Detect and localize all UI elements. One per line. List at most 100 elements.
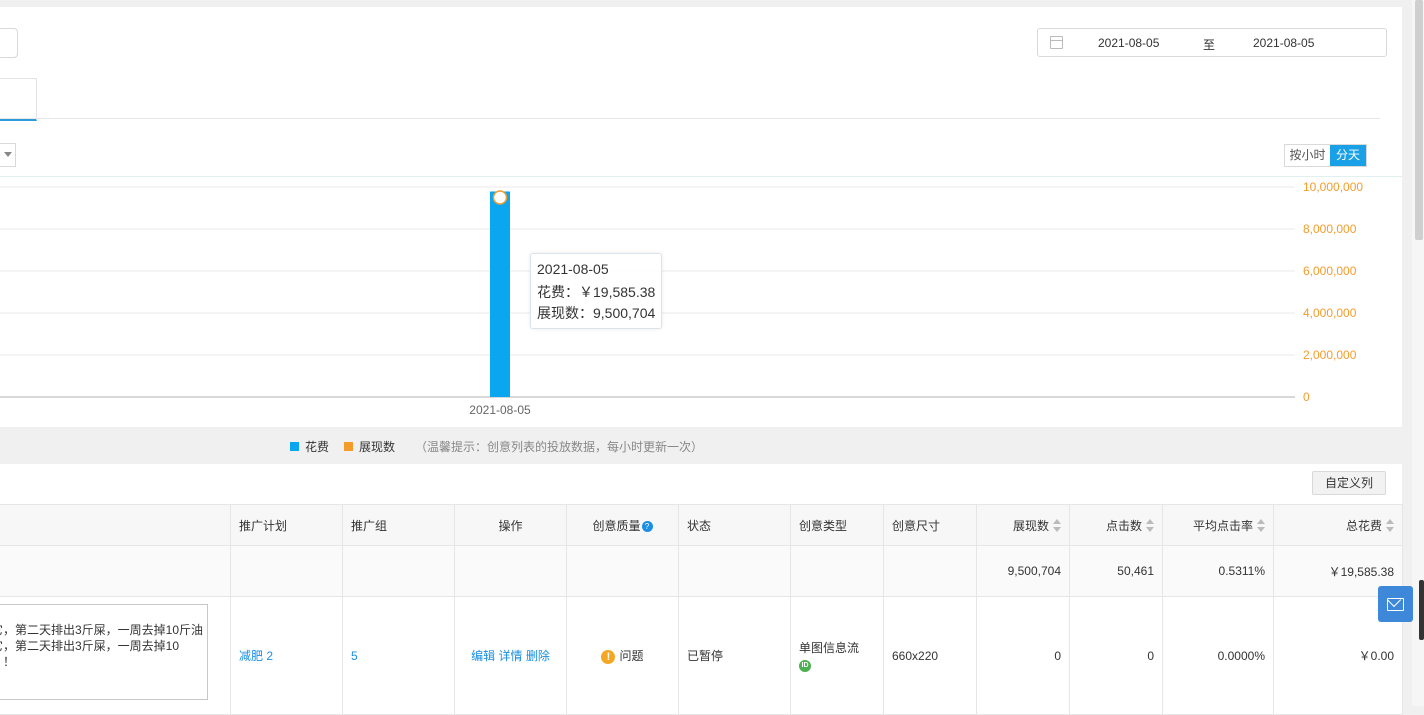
sort-icon[interactable]: [1146, 519, 1154, 533]
status-cell: 已暂停: [678, 596, 791, 715]
right-axis-tick-label: 2,000,000: [1303, 348, 1357, 362]
right-axis-tick-label: 0: [1303, 390, 1310, 404]
header-group: 推广组: [342, 504, 455, 546]
summary-ctr: 0.5311%: [1162, 545, 1274, 597]
creative-line: 它，第二天排出3斤屎，一周去掉10: [0, 639, 180, 653]
header-impressions[interactable]: 展现数: [976, 504, 1070, 546]
summary-clicks: 50,461: [1069, 545, 1163, 597]
header-quality: 创意质量?: [566, 504, 679, 546]
toggle-day-button[interactable]: 分天: [1330, 145, 1366, 166]
plan-cell: 减肥 2: [230, 596, 343, 715]
header-quality-label: 创意质量: [592, 518, 641, 533]
help-icon[interactable]: ?: [641, 520, 653, 532]
header-action: 操作: [454, 504, 567, 546]
warning-icon: !: [601, 649, 616, 664]
table-header-row: 推广计划 推广组 操作 创意质量? 状态 创意类型 创意尺寸 展现数 点击数 平…: [0, 504, 1403, 546]
group-cell: 5: [342, 596, 455, 715]
toggle-hour-button[interactable]: 按小时: [1285, 145, 1330, 166]
summary-cell: [678, 545, 791, 597]
id-badge-icon: ID: [799, 660, 811, 672]
tab-active[interactable]: [0, 78, 37, 121]
right-axis-tick-label: 6,000,000: [1303, 264, 1357, 278]
tooltip-cost: 花费：￥19,585.38: [537, 284, 656, 300]
right-axis-tick-label: 4,000,000: [1303, 306, 1357, 320]
legend-item-impressions[interactable]: 展现数: [344, 438, 395, 455]
sort-icon[interactable]: [1386, 519, 1394, 533]
delete-link[interactable]: 删除: [526, 649, 550, 663]
header-status: 状态: [678, 504, 791, 546]
table-row: 减肥 2 5 编辑 详情 删除 ! 问题 已暂停 单图信息流 ID 660x220…: [0, 596, 1403, 715]
legend-label-impressions: 展现数: [359, 440, 396, 454]
header-ctr[interactable]: 平均点击率: [1162, 504, 1274, 546]
header-cost-label: 总花费: [1345, 518, 1382, 533]
bar-cost: [490, 191, 510, 397]
legend-tip: （温馨提示：创意列表的投放数据，每小时更新一次）: [415, 440, 704, 454]
legend-item-cost[interactable]: 花费: [290, 438, 329, 455]
header-cost[interactable]: 总花费: [1273, 504, 1403, 546]
date-range-picker[interactable]: 2021-08-05 至 2021-08-05: [1037, 28, 1387, 57]
detail-link[interactable]: 详情: [498, 649, 522, 663]
end-date[interactable]: 2021-08-05: [1253, 36, 1314, 50]
tab-divider: [0, 118, 1380, 119]
summary-cell: [566, 545, 679, 597]
header-impressions-label: 展现数: [1012, 518, 1049, 533]
cost-impressions-chart: 10,000,000 8,000,000 6,000,000 4,000,000 2,0…: [0, 180, 1363, 417]
summary-impressions: 9,500,704: [976, 545, 1070, 597]
sort-icon[interactable]: [1053, 519, 1061, 533]
legend-label-cost: 花费: [305, 440, 330, 454]
header-clicks[interactable]: 点击数: [1069, 504, 1163, 546]
point-impressions: [492, 190, 508, 205]
quality-cell: ! 问题: [566, 596, 679, 715]
group-link[interactable]: 5: [351, 649, 358, 663]
type-value: 单图信息流: [799, 641, 860, 655]
plan-link[interactable]: 减肥 2: [239, 649, 273, 663]
date-separator: 至: [1203, 38, 1216, 52]
header-ctr-label: 平均点击率: [1192, 518, 1253, 533]
ctr-cell: 0.0000%: [1162, 596, 1274, 715]
message-button[interactable]: [1378, 586, 1413, 622]
clicks-cell: 0: [1069, 596, 1163, 715]
header-size: 创意尺寸: [883, 504, 977, 546]
summary-row: 9,500,704 50,461 0.5311% ￥19,585.38: [0, 545, 1403, 597]
impressions-cell: 0: [976, 596, 1070, 715]
filter-button[interactable]: [0, 28, 18, 58]
mail-icon: [1387, 598, 1404, 611]
sort-icon[interactable]: [1257, 519, 1265, 533]
table-toolbar: 自定义列: [0, 464, 1402, 504]
chevron-down-icon: [4, 152, 12, 157]
legend-swatch-cost: [290, 442, 299, 451]
summary-cell: [883, 545, 977, 597]
start-date[interactable]: 2021-08-05: [1098, 36, 1159, 50]
summary-cell: [454, 545, 567, 597]
size-cell: 660x220: [883, 596, 977, 715]
creative-table: 推广计划 推广组 操作 创意质量? 状态 创意类型 创意尺寸 展现数 点击数 平…: [0, 504, 1403, 715]
action-cell: 编辑 详情 删除: [454, 596, 567, 715]
header-creative: [0, 504, 231, 546]
side-panel-handle[interactable]: [1419, 580, 1424, 640]
tooltip-date: 2021-08-05: [537, 261, 609, 277]
granularity-toggle[interactable]: 按小时 分天: [1284, 144, 1367, 167]
right-axis-tick-label: 10,000,000: [1303, 180, 1363, 194]
metric-select[interactable]: [0, 143, 16, 167]
summary-cell: [342, 545, 455, 597]
header-type: 创意类型: [790, 504, 884, 546]
summary-cell: [230, 545, 343, 597]
chart-tooltip: 2021-08-05 花费：￥19,585.38 展现数：9,500,704: [530, 253, 662, 329]
header-plan: 推广计划: [230, 504, 343, 546]
tooltip-impressions: 展现数：9,500,704: [537, 305, 656, 321]
legend-swatch-impressions: [344, 442, 353, 451]
right-axis-tick-label: 8,000,000: [1303, 222, 1357, 236]
scrollbar-thumb[interactable]: [1415, 0, 1423, 240]
x-tick-label: 2021-08-05: [469, 403, 531, 417]
edit-link[interactable]: 编辑: [471, 649, 495, 663]
creative-line: 它，第二天排出3斤屎，一周去掉10斤油: [0, 623, 204, 637]
calendar-icon: [1050, 36, 1063, 49]
custom-columns-button[interactable]: 自定义列: [1312, 471, 1386, 495]
quality-value[interactable]: 问题: [619, 649, 643, 663]
chart-legend: 花费 展现数 （温馨提示：创意列表的投放数据，每小时更新一次）: [0, 427, 1402, 464]
summary-cell: [0, 545, 231, 597]
creative-preview[interactable]: 它，第二天排出3斤屎，一周去掉10斤油 它，第二天排出3斤屎，一周去掉10 ！: [0, 604, 208, 700]
type-cell: 单图信息流 ID: [790, 596, 884, 715]
summary-cell: [790, 545, 884, 597]
creative-line: ！: [3, 655, 16, 669]
